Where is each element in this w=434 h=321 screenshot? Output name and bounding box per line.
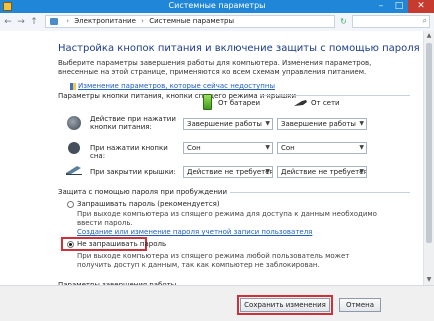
breadcrumb[interactable]: › Электропитание › Системные параметры <box>45 15 335 28</box>
sleep-button-ac-select[interactable]: Сон ▼ <box>277 142 367 154</box>
laptop-lid-icon <box>66 166 82 175</box>
chevron-down-icon: ▼ <box>359 144 364 151</box>
ac-column-header: От сети <box>311 99 340 107</box>
chevron-down-icon: ▼ <box>265 168 270 175</box>
scroll-up-arrow-icon[interactable]: ▲ <box>424 31 434 41</box>
chevron-down-icon: ▼ <box>359 120 364 127</box>
wake-password-section-title: Защита с помощью пароля при пробуждении <box>58 188 228 196</box>
cancel-button[interactable]: Отмена <box>339 298 381 312</box>
no-password-radio[interactable] <box>67 241 74 248</box>
scroll-thumb[interactable] <box>426 43 432 243</box>
refresh-icon[interactable]: ↻ <box>337 15 350 28</box>
save-changes-button[interactable]: Сохранить изменения <box>240 298 330 312</box>
lid-close-ac-select[interactable]: Действие не требуется ▼ <box>277 166 367 178</box>
lid-close-action-label: При закрытии крышки: <box>90 168 176 176</box>
uac-shield-icon <box>70 83 76 92</box>
section-divider <box>230 192 410 193</box>
require-password-label[interactable]: Запрашивать пароль (рекомендуется) <box>77 200 220 208</box>
sleep-button-action-label: При нажатии кнопки сна: <box>90 144 168 160</box>
sleep-button-battery-select[interactable]: Сон ▼ <box>183 142 273 154</box>
chevron-down-icon: ▼ <box>359 168 364 175</box>
search-input[interactable]: ⌕ <box>352 15 430 28</box>
forward-arrow-icon[interactable]: → <box>15 16 27 28</box>
no-password-description: При выходе компьютера из спящего режима … <box>77 252 350 269</box>
window-titlebar: Системные параметры – □ ✕ <box>0 0 434 13</box>
require-password-description: При выходе компьютера из спящего режима … <box>77 210 377 227</box>
up-arrow-icon[interactable]: ↑ <box>28 16 40 28</box>
require-password-radio[interactable] <box>67 201 74 208</box>
main-content: Настройка кнопок питания и включение защ… <box>0 31 434 289</box>
breadcrumb-separator-icon: › <box>66 17 70 25</box>
plug-icon <box>294 100 307 106</box>
chevron-down-icon: ▼ <box>265 144 270 151</box>
no-password-label[interactable]: Не запрашивать пароль <box>77 240 166 248</box>
back-arrow-icon[interactable]: ← <box>2 16 14 28</box>
power-button-ac-select[interactable]: Завершение работы ▼ <box>277 118 367 130</box>
power-button-battery-select[interactable]: Завершение работы ▼ <box>183 118 273 130</box>
battery-icon <box>203 94 212 110</box>
intro-text: Выберите параметры завершения работы для… <box>58 59 372 76</box>
footer-bar: Сохранить изменения Отмена <box>0 285 434 321</box>
section-divider <box>260 95 410 96</box>
sleep-button-icon <box>68 142 80 154</box>
control-panel-small-icon <box>50 17 58 25</box>
address-bar: ← → ↑ › Электропитание › Системные парам… <box>0 13 434 32</box>
power-button-action-label: Действие при нажатии кнопки питания: <box>90 115 176 131</box>
lid-close-battery-select[interactable]: Действие не требуется ▼ <box>183 166 273 178</box>
power-button-icon <box>67 116 81 130</box>
vertical-scrollbar[interactable]: ▲ ▼ <box>423 31 434 285</box>
scroll-down-arrow-icon[interactable]: ▼ <box>424 275 434 285</box>
battery-column-header: От батареи <box>218 99 261 107</box>
search-icon: ⌕ <box>422 16 427 25</box>
minimize-button[interactable]: – <box>372 0 390 13</box>
close-button[interactable]: ✕ <box>408 0 434 13</box>
window-title: Системные параметры <box>168 1 266 10</box>
breadcrumb-system-settings[interactable]: Системные параметры <box>149 17 234 25</box>
account-password-link[interactable]: Создание или изменение пароля учетной за… <box>77 228 312 236</box>
power-buttons-section-title: Параметры кнопки питания, кнопки спящего… <box>58 92 297 100</box>
breadcrumb-separator-icon: › <box>141 17 144 25</box>
breadcrumb-power[interactable]: Электропитание <box>74 17 136 25</box>
page-intro: Выберите параметры завершения работы для… <box>58 59 398 77</box>
change-settings-link[interactable]: Изменение параметров, которые сейчас нед… <box>78 82 275 90</box>
page-title: Настройка кнопок питания и включение защ… <box>58 43 420 54</box>
maximize-button[interactable]: □ <box>390 0 408 13</box>
chevron-down-icon: ▼ <box>265 120 270 127</box>
